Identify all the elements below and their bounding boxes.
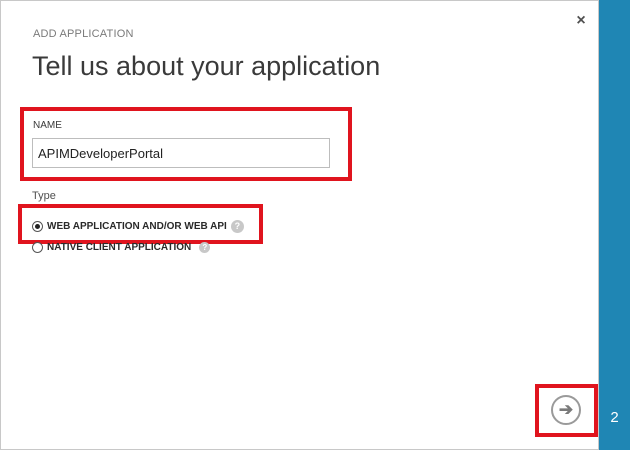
next-arrow-button[interactable]: ➔ — [551, 395, 581, 425]
close-icon[interactable]: × — [573, 13, 589, 29]
radio-option-native-client[interactable]: NATIVE CLIENT APPLICATION ? — [32, 242, 211, 253]
help-icon[interactable]: ? — [230, 220, 244, 233]
type-label: Type — [32, 190, 56, 202]
name-input[interactable] — [32, 138, 330, 168]
help-icon[interactable]: ? — [199, 242, 211, 253]
step-number: 2 — [610, 409, 619, 426]
name-label: NAME — [33, 120, 62, 131]
dialog-subtitle: ADD APPLICATION — [33, 28, 134, 40]
radio-label-native-client: NATIVE CLIENT APPLICATION — [47, 242, 192, 253]
radio-button-checked[interactable] — [32, 221, 43, 232]
radio-button-unchecked[interactable] — [32, 242, 43, 253]
wizard-step-rail: 2 — [599, 0, 630, 450]
radio-label-web-application: WEB APPLICATION AND/OR WEB API — [47, 221, 227, 232]
add-application-dialog: × ADD APPLICATION Tell us about your app… — [0, 0, 599, 450]
dialog-title: Tell us about your application — [32, 51, 381, 81]
radio-option-web-application[interactable]: WEB APPLICATION AND/OR WEB API ? — [32, 220, 244, 233]
